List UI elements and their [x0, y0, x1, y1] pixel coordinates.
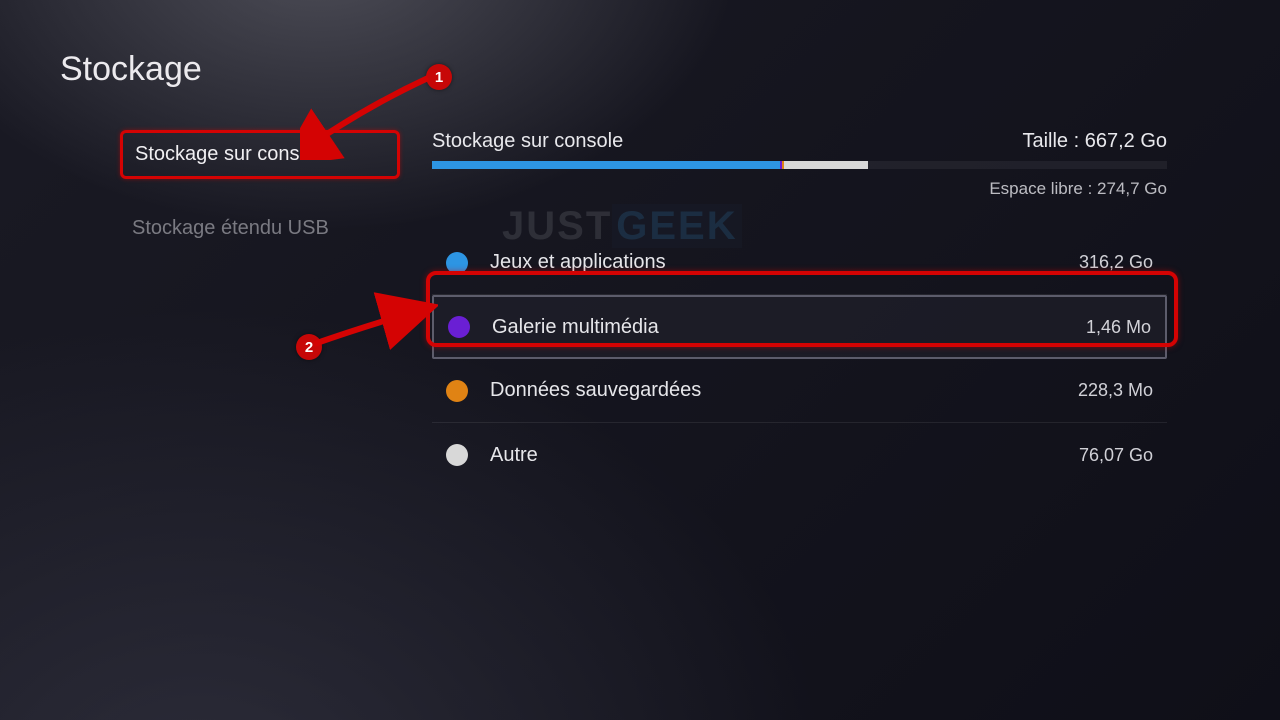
- category-label: Galerie multimédia: [492, 316, 1086, 339]
- category-row-saved[interactable]: Données sauvegardées 228,3 Mo: [432, 359, 1167, 423]
- category-label: Autre: [490, 444, 1079, 467]
- sidebar-item-console-storage[interactable]: Stockage sur console: [120, 130, 400, 179]
- category-size: 76,07 Go: [1079, 445, 1153, 466]
- storage-header: Stockage sur console Taille : 667,2 Go: [432, 130, 1167, 153]
- category-row-other[interactable]: Autre 76,07 Go: [432, 423, 1167, 487]
- category-label: Jeux et applications: [490, 251, 1079, 274]
- category-dot-icon: [446, 444, 468, 466]
- sidebar-item-usb-storage[interactable]: Stockage étendu USB: [120, 207, 400, 250]
- storage-free-label: Espace libre : 274,7 Go: [432, 179, 1167, 199]
- page-title: Stockage: [60, 50, 202, 89]
- category-dot-icon: [446, 252, 468, 274]
- category-dot-icon: [448, 316, 470, 338]
- storage-heading: Stockage sur console: [432, 130, 623, 153]
- sidebar: Stockage sur console Stockage étendu USB: [120, 130, 400, 278]
- category-label: Données sauvegardées: [490, 379, 1078, 402]
- category-dot-icon: [446, 380, 468, 402]
- sidebar-item-label: Stockage étendu USB: [132, 217, 329, 239]
- category-row-media[interactable]: Galerie multimédia 1,46 Mo: [432, 295, 1167, 359]
- storage-seg-games: [432, 161, 780, 169]
- category-size: 1,46 Mo: [1086, 317, 1151, 338]
- sidebar-item-label: Stockage sur console: [135, 143, 326, 165]
- annotation-arrow-2: [308, 290, 438, 350]
- storage-size-label: Taille : 667,2 Go: [1022, 130, 1167, 153]
- storage-usage-bar: [432, 161, 1167, 169]
- storage-panel: Stockage sur console Taille : 667,2 Go E…: [432, 130, 1167, 487]
- category-size: 316,2 Go: [1079, 252, 1153, 273]
- storage-categories: Jeux et applications 316,2 Go Galerie mu…: [432, 231, 1167, 487]
- category-row-games[interactable]: Jeux et applications 316,2 Go: [432, 231, 1167, 295]
- annotation-badge-2: 2: [296, 334, 322, 360]
- storage-seg-other: [784, 161, 868, 169]
- category-size: 228,3 Mo: [1078, 380, 1153, 401]
- annotation-badge-1: 1: [426, 64, 452, 90]
